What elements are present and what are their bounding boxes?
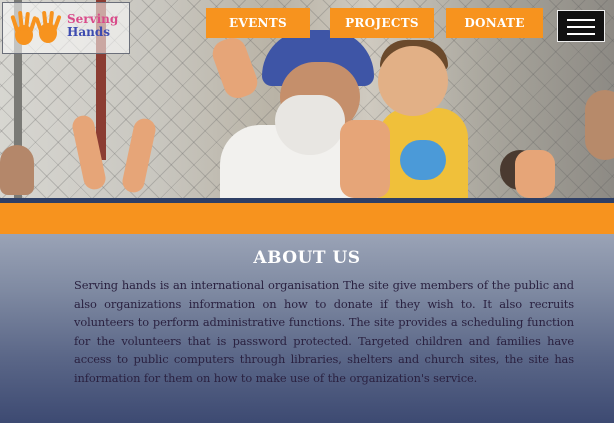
person-right (585, 90, 614, 160)
about-description: Serving hands is an international organi… (74, 278, 574, 385)
nav-events-button[interactable]: EVENTS (206, 8, 310, 38)
menu-bar (567, 19, 595, 21)
menu-bar (567, 33, 595, 35)
hamburger-menu-icon[interactable] (557, 10, 605, 42)
site-logo[interactable]: Serving Hands (2, 2, 130, 54)
nav-projects-button[interactable]: PROJECTS (330, 8, 434, 38)
orange-band (0, 203, 614, 234)
waving-hands-icon (10, 11, 62, 45)
person-left (0, 145, 34, 195)
shirt-graphic (400, 140, 446, 180)
about-title: ABOUT US (253, 248, 361, 268)
boy-face (378, 46, 448, 116)
peace-sign-hand (340, 120, 390, 198)
about-section: ABOUT US Serving hands is an internation… (0, 234, 614, 423)
peace-sign-hand (515, 150, 555, 198)
menu-bar (567, 26, 595, 28)
logo-wordmark: Serving Hands (67, 13, 129, 39)
nav-donate-button[interactable]: DONATE (446, 8, 543, 38)
logo-line-hands: Hands (67, 25, 110, 39)
